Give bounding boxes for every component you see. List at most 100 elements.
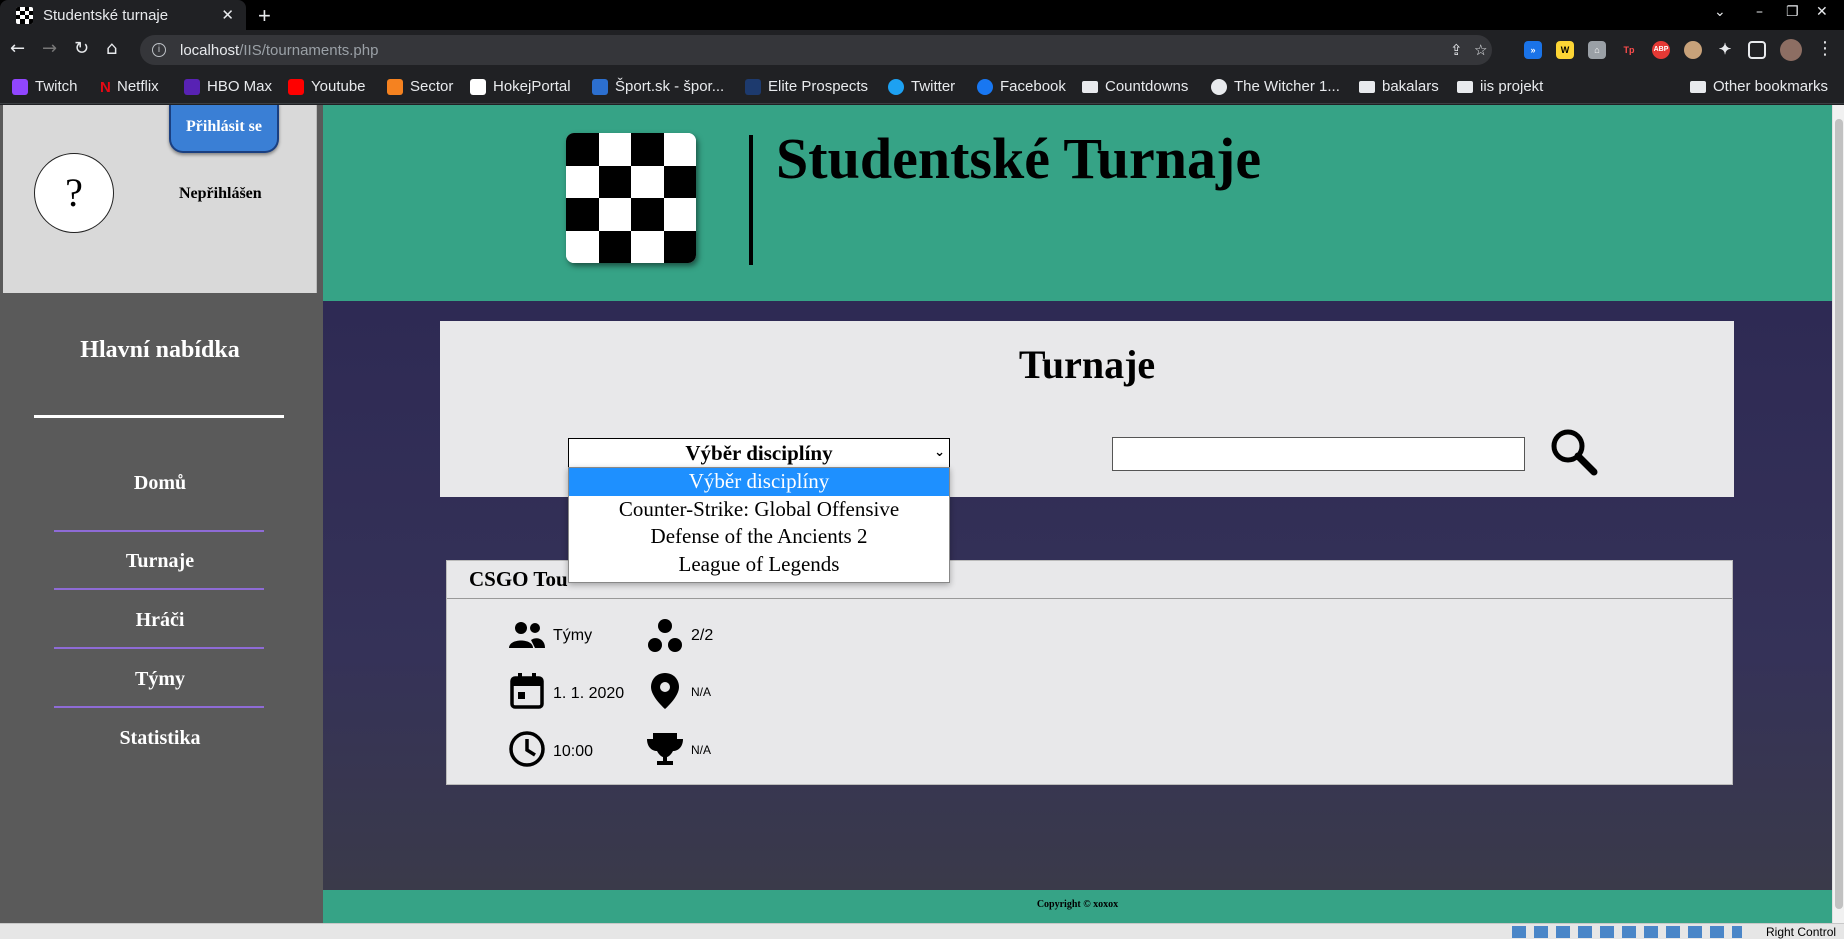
tournament-prize: N/A xyxy=(691,743,712,757)
folder-icon xyxy=(1359,80,1375,93)
sidebar-item-home[interactable]: Domů xyxy=(0,472,320,495)
bookmark-twitter[interactable]: Twitter xyxy=(888,78,955,95)
bookmark-label: Šport.sk - špor... xyxy=(615,78,725,95)
close-tab-icon[interactable]: ✕ xyxy=(221,6,234,24)
tournament-card[interactable]: CSGO Tou Týmy 2/2 1. 1. 2020 N/A 10:00 N… xyxy=(446,560,1733,785)
clock-icon xyxy=(509,731,545,767)
folder-icon xyxy=(1690,80,1706,93)
bookmark-star-icon[interactable]: ☆ xyxy=(1474,41,1487,59)
hokejportal-icon xyxy=(470,78,486,95)
bookmark-bakalars[interactable]: bakalars xyxy=(1359,78,1439,95)
discipline-select[interactable]: Výběr disciplíny ⌄ xyxy=(568,438,950,468)
vm-status-bar: Right Control xyxy=(0,923,1844,939)
new-tab-icon[interactable]: + xyxy=(258,3,271,29)
address-bar[interactable]: i localhost/IIS/tournaments.php ⇪ ☆ xyxy=(140,35,1492,65)
bookmark-countdowns[interactable]: Countdowns xyxy=(1082,78,1188,95)
header-divider xyxy=(749,135,753,265)
bookmarks-bar: Twitch N Netflix HBO Max Youtube Sector H… xyxy=(0,70,1844,104)
tab-search-icon[interactable]: ⌄ xyxy=(1714,4,1726,20)
extensions-puzzle-icon[interactable]: ✦ xyxy=(1716,41,1734,59)
extension-icon[interactable]: » xyxy=(1524,41,1542,59)
page-viewport: ? Přihlásit se Nepřihlášen Hlavní nabídk… xyxy=(0,105,1832,923)
netflix-icon: N xyxy=(100,78,111,96)
bookmark-iis-projekt[interactable]: iis projekt xyxy=(1457,78,1543,95)
tournament-time: 10:00 xyxy=(553,743,594,760)
bookmark-label: Twitch xyxy=(35,78,78,95)
bookmark-netflix[interactable]: N Netflix xyxy=(100,78,159,96)
discipline-option[interactable]: Výběr disciplíny xyxy=(569,468,949,496)
discipline-option[interactable]: League of Legends xyxy=(569,551,949,579)
minimize-icon[interactable]: – xyxy=(1756,4,1763,20)
discipline-select-value: Výběr disciplíny xyxy=(685,441,833,465)
site-info-icon[interactable]: i xyxy=(152,43,166,57)
bookmark-other[interactable]: Other bookmarks xyxy=(1690,78,1828,95)
calendar-icon xyxy=(510,673,544,709)
vm-device-icons xyxy=(1512,926,1742,938)
bookmark-witcher[interactable]: The Witcher 1... xyxy=(1211,78,1340,95)
page-scrollbar[interactable] xyxy=(1832,105,1844,923)
scrollbar-thumb[interactable] xyxy=(1835,119,1843,909)
profile-avatar[interactable] xyxy=(1780,39,1802,61)
facebook-icon xyxy=(977,78,993,95)
bookmark-sector[interactable]: Sector xyxy=(387,78,453,95)
sector-icon xyxy=(387,78,403,95)
bookmark-label: Other bookmarks xyxy=(1713,78,1829,95)
menu-divider xyxy=(34,415,284,418)
bookmark-sport-sk[interactable]: Šport.sk - špor... xyxy=(592,78,724,95)
home-icon[interactable]: ⌂ xyxy=(106,38,117,59)
extension-tp-icon[interactable]: Tp xyxy=(1620,41,1638,59)
bookmark-elite-prospects[interactable]: Elite Prospects xyxy=(745,78,868,95)
sidebar-item-teams[interactable]: Týmy xyxy=(0,668,320,691)
share-icon[interactable]: ⇪ xyxy=(1450,41,1463,59)
twitch-icon xyxy=(12,78,28,95)
bookmark-hokejportal[interactable]: HokejPortal xyxy=(470,78,571,95)
discipline-option[interactable]: Defense of the Ancients 2 xyxy=(569,523,949,551)
discipline-option[interactable]: Counter-Strike: Global Offensive xyxy=(569,496,949,524)
location-pin-icon xyxy=(651,673,679,709)
tournament-slots: 2/2 xyxy=(691,627,714,644)
footer-copyright: Copyright © xoxox xyxy=(323,890,1832,923)
menu-kebab-icon[interactable]: ⋮ xyxy=(1816,38,1834,59)
bookmark-label: Sector xyxy=(410,78,454,95)
site-header: Studentské Turnaje xyxy=(323,105,1832,301)
menu-separator xyxy=(54,706,264,708)
side-panel-icon[interactable] xyxy=(1748,41,1766,59)
browser-toolbar: ← → ↻ ⌂ i localhost/IIS/tournaments.php … xyxy=(0,30,1844,70)
browser-tab[interactable]: Studentské turnaje ✕ xyxy=(0,0,246,30)
bookmark-hbo-max[interactable]: HBO Max xyxy=(184,78,272,95)
sidebar-item-statistics[interactable]: Statistika xyxy=(0,727,320,750)
close-window-icon[interactable]: ✕ xyxy=(1816,4,1828,20)
url-path: /IIS/tournaments.php xyxy=(239,41,379,59)
bookmark-label: HokejPortal xyxy=(493,78,571,95)
trophy-icon xyxy=(647,733,683,765)
search-icon[interactable] xyxy=(1548,426,1600,478)
avatar: ? xyxy=(34,153,114,233)
tournament-type: Týmy xyxy=(553,627,593,644)
user-panel: ? Přihlásit se Nepřihlášen xyxy=(3,105,317,293)
extension-w-icon[interactable]: W xyxy=(1556,41,1574,59)
extension-icon[interactable]: ⌂ xyxy=(1588,41,1606,59)
sidebar-item-tournaments[interactable]: Turnaje xyxy=(0,550,320,573)
extension-icon[interactable] xyxy=(1684,41,1702,59)
reload-icon[interactable]: ↻ xyxy=(74,38,89,59)
login-button[interactable]: Přihlásit se xyxy=(169,105,279,153)
menu-separator xyxy=(54,530,264,532)
bookmark-facebook[interactable]: Facebook xyxy=(977,78,1066,95)
sidebar-item-players[interactable]: Hráči xyxy=(0,609,320,632)
bookmark-youtube[interactable]: Youtube xyxy=(288,78,366,95)
forward-icon[interactable]: → xyxy=(42,38,57,59)
restore-icon[interactable]: ❐ xyxy=(1786,4,1799,20)
globe-icon xyxy=(1211,78,1227,95)
tab-strip: Studentské turnaje ✕ + ⌄ – ❐ ✕ xyxy=(0,0,1844,30)
search-input[interactable] xyxy=(1112,437,1525,471)
group-icon xyxy=(509,622,545,648)
elite-prospects-icon xyxy=(745,78,761,95)
folder-icon xyxy=(1082,80,1098,93)
sport-sk-icon xyxy=(592,78,608,95)
bookmark-twitch[interactable]: Twitch xyxy=(12,78,78,95)
back-icon[interactable]: ← xyxy=(10,38,25,59)
adblock-plus-icon[interactable]: ABP xyxy=(1652,41,1670,59)
chessboard-logo-icon[interactable] xyxy=(566,133,696,263)
page-title: Turnaje xyxy=(1018,342,1156,387)
menu-separator xyxy=(54,588,264,590)
